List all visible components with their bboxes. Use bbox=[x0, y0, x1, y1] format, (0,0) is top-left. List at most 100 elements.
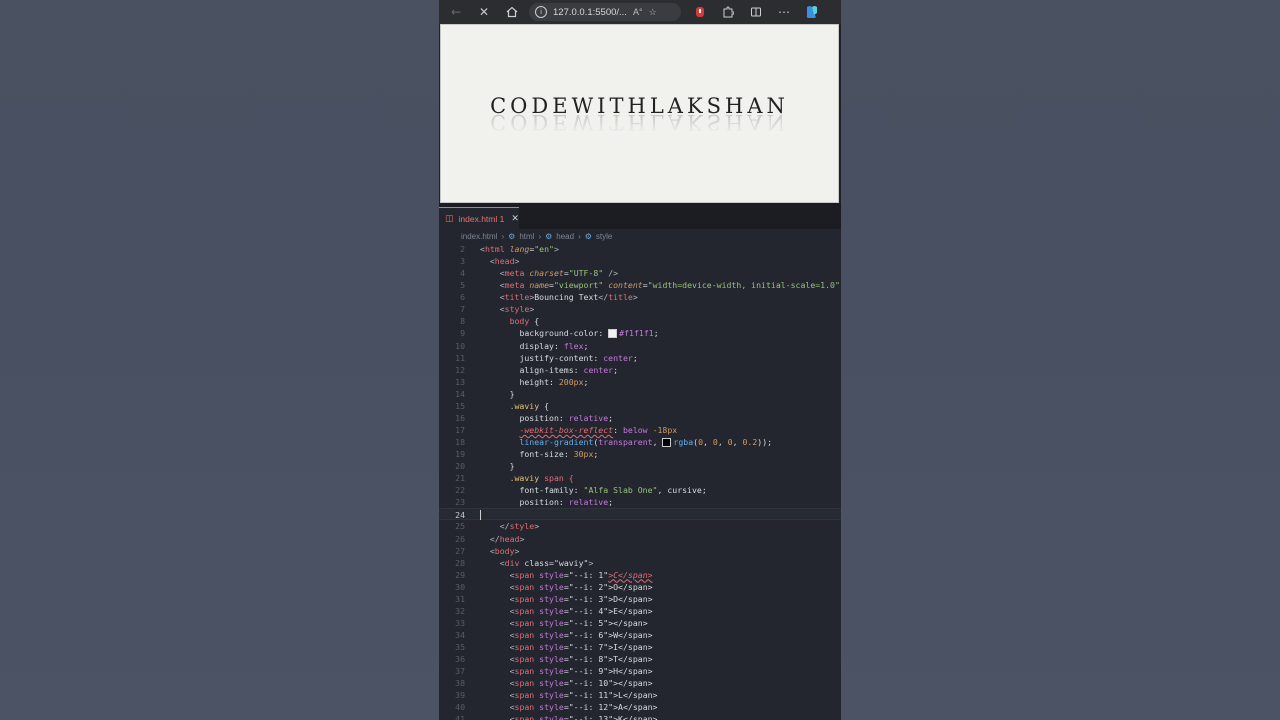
extension-icon[interactable] bbox=[689, 1, 711, 23]
chevron-right-icon: › bbox=[578, 231, 581, 241]
code-text: align-items: center; bbox=[519, 364, 619, 375]
code-text: <span style="--i: 10"></span> bbox=[509, 678, 653, 689]
line-number: 37 bbox=[455, 666, 465, 677]
code-line[interactable]: 24 bbox=[439, 508, 841, 521]
line-number: 9 bbox=[460, 328, 465, 339]
element-icon: ⚙ bbox=[584, 231, 592, 241]
letter: H bbox=[627, 93, 650, 118]
line-number: 21 bbox=[455, 473, 465, 484]
code-line[interactable]: 28 <div class="waviy"> bbox=[439, 557, 841, 569]
code-text: body { bbox=[509, 316, 540, 327]
code-line[interactable]: 14 } bbox=[439, 388, 841, 400]
code-line[interactable]: 36 <span style="--i: 8">T</span> bbox=[439, 653, 841, 665]
arrow-left-icon[interactable]: ← bbox=[445, 1, 467, 23]
code-line[interactable]: 15 .waviy { bbox=[439, 400, 841, 412]
code-line[interactable]: 10 display: flex; bbox=[439, 340, 841, 352]
code-line[interactable]: 29 <span style="--i: 1">C</span> bbox=[439, 569, 841, 581]
code-line[interactable]: 19 font-size: 30px; bbox=[439, 448, 841, 460]
code-text: font-family: "Alfa Slab One", cursive; bbox=[519, 485, 707, 496]
code-line[interactable]: 2 <html lang="en"> bbox=[439, 243, 841, 255]
code-line[interactable]: 8 body { bbox=[439, 315, 841, 327]
read-aloud-icon[interactable]: A° bbox=[633, 7, 643, 17]
code-line[interactable]: 6 <title>Bouncing Text</title> bbox=[439, 291, 841, 303]
code-line[interactable]: 22 font-family: "Alfa Slab One", cursive… bbox=[439, 484, 841, 496]
code-text: height: 200px; bbox=[519, 376, 589, 387]
code-line[interactable]: 35 <span style="--i: 7">I</span> bbox=[439, 641, 841, 653]
home-icon[interactable] bbox=[501, 1, 523, 23]
star-icon[interactable]: ☆ bbox=[649, 7, 657, 18]
breadcrumb-item[interactable]: style bbox=[596, 232, 612, 241]
code-line[interactable]: 27 <body> bbox=[439, 545, 841, 557]
waviy-text: C O D E W I T H L A K S H A N bbox=[490, 94, 789, 118]
address-bar[interactable]: i 127.0.0.1:5500/... A° ☆ bbox=[529, 3, 681, 21]
code-line[interactable]: 12 align-items: center; bbox=[439, 364, 841, 376]
code-line[interactable]: 38 <span style="--i: 10"></span> bbox=[439, 677, 841, 689]
line-number: 7 bbox=[460, 304, 465, 315]
background-left bbox=[0, 0, 439, 720]
code-text: -webkit-box-reflect: below -18px bbox=[519, 424, 678, 435]
letter: T bbox=[609, 93, 628, 118]
extensions-puzzle-icon[interactable] bbox=[717, 1, 739, 23]
code-line[interactable]: 4 <meta charset="UTF-8" /> bbox=[439, 267, 841, 279]
letter: N bbox=[766, 93, 789, 118]
code-line[interactable]: 18 linear-gradient(transparent, rgba(0, … bbox=[439, 436, 841, 448]
line-number: 4 bbox=[460, 268, 465, 279]
code-line[interactable]: 33 <span style="--i: 5"></span> bbox=[439, 617, 841, 629]
code-text: } bbox=[509, 461, 515, 472]
code-text: <span style="--i: 3">D</span> bbox=[509, 593, 653, 604]
close-icon[interactable]: ✕ bbox=[511, 214, 519, 224]
line-number: 38 bbox=[455, 678, 465, 689]
code-line[interactable]: 41 <span style="--i: 13">K</span> bbox=[439, 713, 841, 720]
breadcrumb-item[interactable]: head bbox=[556, 232, 574, 241]
code-line[interactable]: 3 <head> bbox=[439, 255, 841, 267]
code-line[interactable]: 17 -webkit-box-reflect: below -18px bbox=[439, 424, 841, 436]
line-number: 11 bbox=[455, 352, 465, 363]
code-text: position: relative; bbox=[519, 412, 614, 423]
line-number: 25 bbox=[455, 521, 465, 532]
breadcrumb-item[interactable]: html bbox=[519, 232, 534, 241]
code-lines[interactable]: 2 <html lang="en"> 3 <head> 4 <meta charset… bbox=[439, 243, 841, 720]
screen-recording-frame: ← ✕ i 127.0.0.1:5500/... A° ☆ ⋯ C O D E … bbox=[439, 0, 841, 720]
line-number: 8 bbox=[460, 316, 465, 327]
code-text: <span style="--i: 9">H</span> bbox=[509, 666, 653, 677]
code-text: <span style="--i: 12">A</span> bbox=[509, 702, 658, 713]
code-line[interactable]: 23 position: relative; bbox=[439, 496, 841, 508]
code-text: <div class="waviy"> bbox=[499, 557, 594, 568]
background-right bbox=[841, 0, 1280, 720]
line-number: 33 bbox=[455, 617, 465, 628]
code-line[interactable]: 16 position: relative; bbox=[439, 412, 841, 424]
letter: A bbox=[747, 93, 767, 118]
code-line[interactable]: 30 <span style="--i: 2">O</span> bbox=[439, 581, 841, 593]
close-icon[interactable]: ✕ bbox=[473, 1, 495, 23]
breadcrumb-item[interactable]: index.html bbox=[461, 232, 497, 241]
code-line[interactable]: 31 <span style="--i: 3">D</span> bbox=[439, 593, 841, 605]
code-line[interactable]: 11 justify-content: center; bbox=[439, 352, 841, 364]
code-text: <span style="--i: 4">E</span> bbox=[509, 605, 653, 616]
code-line[interactable]: 40 <span style="--i: 12">A</span> bbox=[439, 701, 841, 713]
code-line[interactable]: 7 <style> bbox=[439, 303, 841, 315]
line-number: 28 bbox=[455, 557, 465, 568]
letter: E bbox=[552, 93, 572, 118]
more-menu-icon[interactable]: ⋯ bbox=[773, 1, 795, 23]
code-line[interactable]: 26 </head> bbox=[439, 533, 841, 545]
code-line[interactable]: 9 background-color: #f1f1f1; bbox=[439, 327, 841, 339]
line-number: 41 bbox=[455, 714, 465, 720]
letter: I bbox=[597, 93, 610, 118]
code-text: justify-content: center; bbox=[519, 352, 638, 363]
tab-index-html[interactable]: ◫ index.html 1 ✕ bbox=[439, 207, 519, 229]
line-number: 34 bbox=[455, 630, 465, 640]
code-line[interactable]: 13 height: 200px; bbox=[439, 376, 841, 388]
info-icon[interactable]: i bbox=[535, 6, 547, 18]
code-line[interactable]: 20 } bbox=[439, 460, 841, 472]
code-line[interactable]: 37 <span style="--i: 9">H</span> bbox=[439, 665, 841, 677]
code-line[interactable]: 21 .waviy span { bbox=[439, 472, 841, 484]
copilot-icon[interactable] bbox=[801, 1, 823, 23]
line-number: 26 bbox=[455, 533, 465, 544]
code-line[interactable]: 25 </style> bbox=[439, 520, 841, 532]
code-line[interactable]: 5 <meta name="viewport" content="width=d… bbox=[439, 279, 841, 291]
split-screen-icon[interactable] bbox=[745, 1, 767, 23]
code-line[interactable]: 39 <span style="--i: 11">L</span> bbox=[439, 689, 841, 701]
code-line[interactable]: 34 <span style="--i: 6">W</span> bbox=[439, 629, 841, 641]
code-line[interactable]: 32 <span style="--i: 4">E</span> bbox=[439, 605, 841, 617]
letter: S bbox=[706, 93, 726, 118]
